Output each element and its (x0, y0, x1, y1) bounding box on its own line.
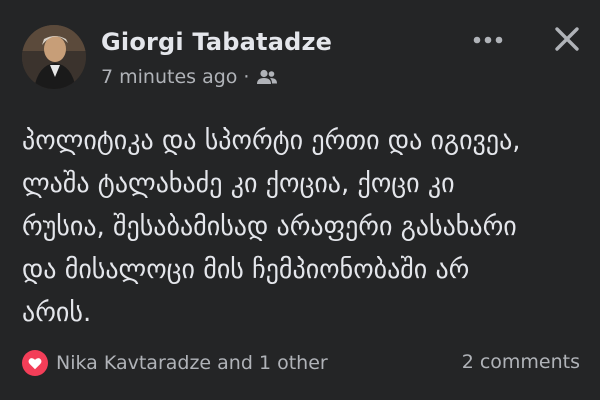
reactions-summary[interactable]: Nika Kavtaradze and 1 other (22, 350, 328, 376)
post-text-line: რუსია, შესაბამისად არაფერი გასახარი (22, 212, 517, 242)
avatar[interactable] (22, 25, 86, 89)
avatar-photo (22, 25, 86, 89)
post-text-line: პოლიტიკა და სპორტი ერთი და იგივეა, (22, 126, 521, 156)
post-meta: 7 minutes ago · (101, 66, 278, 88)
post-text-line: არის. (22, 298, 92, 328)
post-text-line: და მისალოცი მის ჩემპიონობაში არ (22, 255, 470, 285)
facebook-post: Giorgi Tabatadze 7 minutes ago · პოლიტიკ… (0, 0, 600, 400)
author-name[interactable]: Giorgi Tabatadze (101, 28, 332, 56)
post-text-line: ლაშა ტალახაძე კი ქოცია, ქოცი კი (22, 169, 455, 199)
more-options-icon (473, 36, 503, 44)
timestamp[interactable]: 7 minutes ago (101, 66, 237, 88)
comments-count-link[interactable]: 2 comments (462, 351, 580, 373)
friends-icon[interactable] (256, 69, 278, 85)
reactions-text: Nika Kavtaradze and 1 other (56, 352, 328, 374)
meta-separator: · (243, 66, 250, 88)
love-heart-icon (22, 350, 48, 376)
close-button[interactable] (550, 22, 584, 56)
close-icon (555, 27, 579, 51)
post-body: პოლიტიკა და სპორტი ერთი და იგივეა, ლაშა … (22, 120, 582, 335)
more-options-button[interactable] (470, 28, 506, 52)
